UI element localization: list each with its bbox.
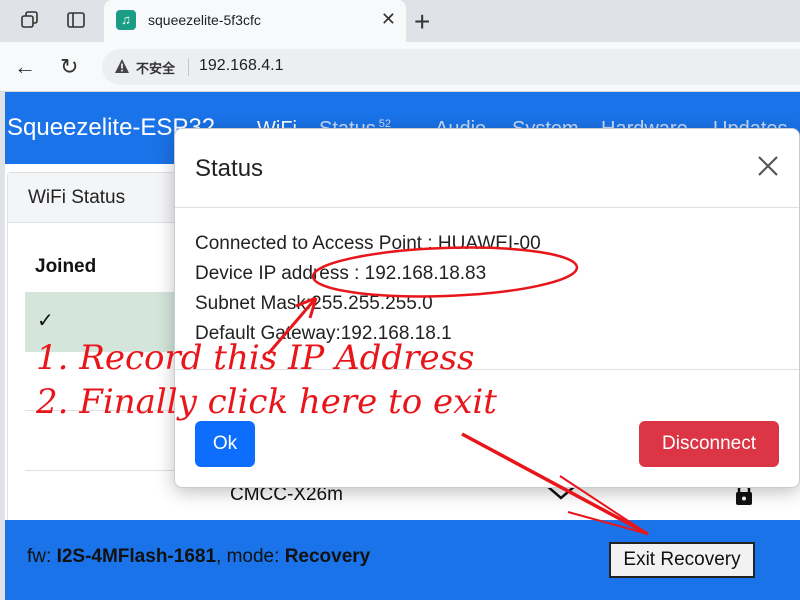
subnet-info: Subnet Mask:255.255.255.0 (195, 293, 433, 314)
mode-label: , mode: (216, 546, 280, 567)
joined-check: ✓ (37, 310, 54, 332)
close-icon[interactable] (755, 153, 781, 179)
status-modal: Status Connected to Access Point : HUAWE… (174, 128, 800, 488)
column-joined: Joined (35, 256, 97, 277)
footer: fw: I2S-4MFlash-1681, mode: Recovery Exi… (5, 520, 800, 600)
divider (188, 58, 189, 76)
ok-button[interactable]: Ok (195, 421, 255, 467)
ip-info: Device IP address : 192.168.18.83 (195, 263, 487, 284)
warning-icon[interactable] (114, 58, 130, 74)
card-title: WiFi Status (28, 187, 126, 208)
mode-value: Recovery (284, 546, 371, 567)
annotation-step2: 2. Finally click here to exit (36, 382, 497, 422)
fw-value: I2S-4MFlash-1681 (56, 546, 217, 567)
tab-actions-icon[interactable] (66, 10, 86, 30)
workspaces-icon[interactable] (20, 10, 40, 30)
address-bar[interactable]: 不安全 192.168.4.1 (102, 49, 800, 85)
fw-label: fw: (27, 546, 52, 567)
reload-icon[interactable]: ↻ (60, 54, 78, 80)
close-tab-icon[interactable]: ✕ (381, 9, 396, 30)
disconnect-button[interactable]: Disconnect (639, 421, 779, 467)
security-label[interactable]: 不安全 (136, 58, 175, 77)
tab-title: squeezelite-5f3cfc (148, 12, 261, 28)
browser-tab-strip: ♫ squeezelite-5f3cfc ✕ + (0, 0, 800, 42)
new-tab-icon[interactable]: + (414, 6, 430, 38)
annotation-step1: 1. Record this IP Address (36, 338, 475, 378)
ap-info: Connected to Access Point : HUAWEI-00 (195, 233, 541, 254)
modal-divider (175, 207, 799, 208)
music-icon: ♫ (116, 10, 136, 30)
modal-title: Status (195, 155, 264, 182)
browser-toolbar: ← ↻ 不安全 192.168.4.1 (0, 42, 800, 92)
url-text[interactable]: 192.168.4.1 (199, 57, 284, 75)
firmware-info: fw: I2S-4MFlash-1681, mode: Recovery (27, 546, 370, 568)
active-tab[interactable]: ♫ squeezelite-5f3cfc ✕ (104, 0, 406, 42)
back-icon[interactable]: ← (14, 54, 36, 80)
exit-recovery-button[interactable]: Exit Recovery (609, 542, 755, 578)
